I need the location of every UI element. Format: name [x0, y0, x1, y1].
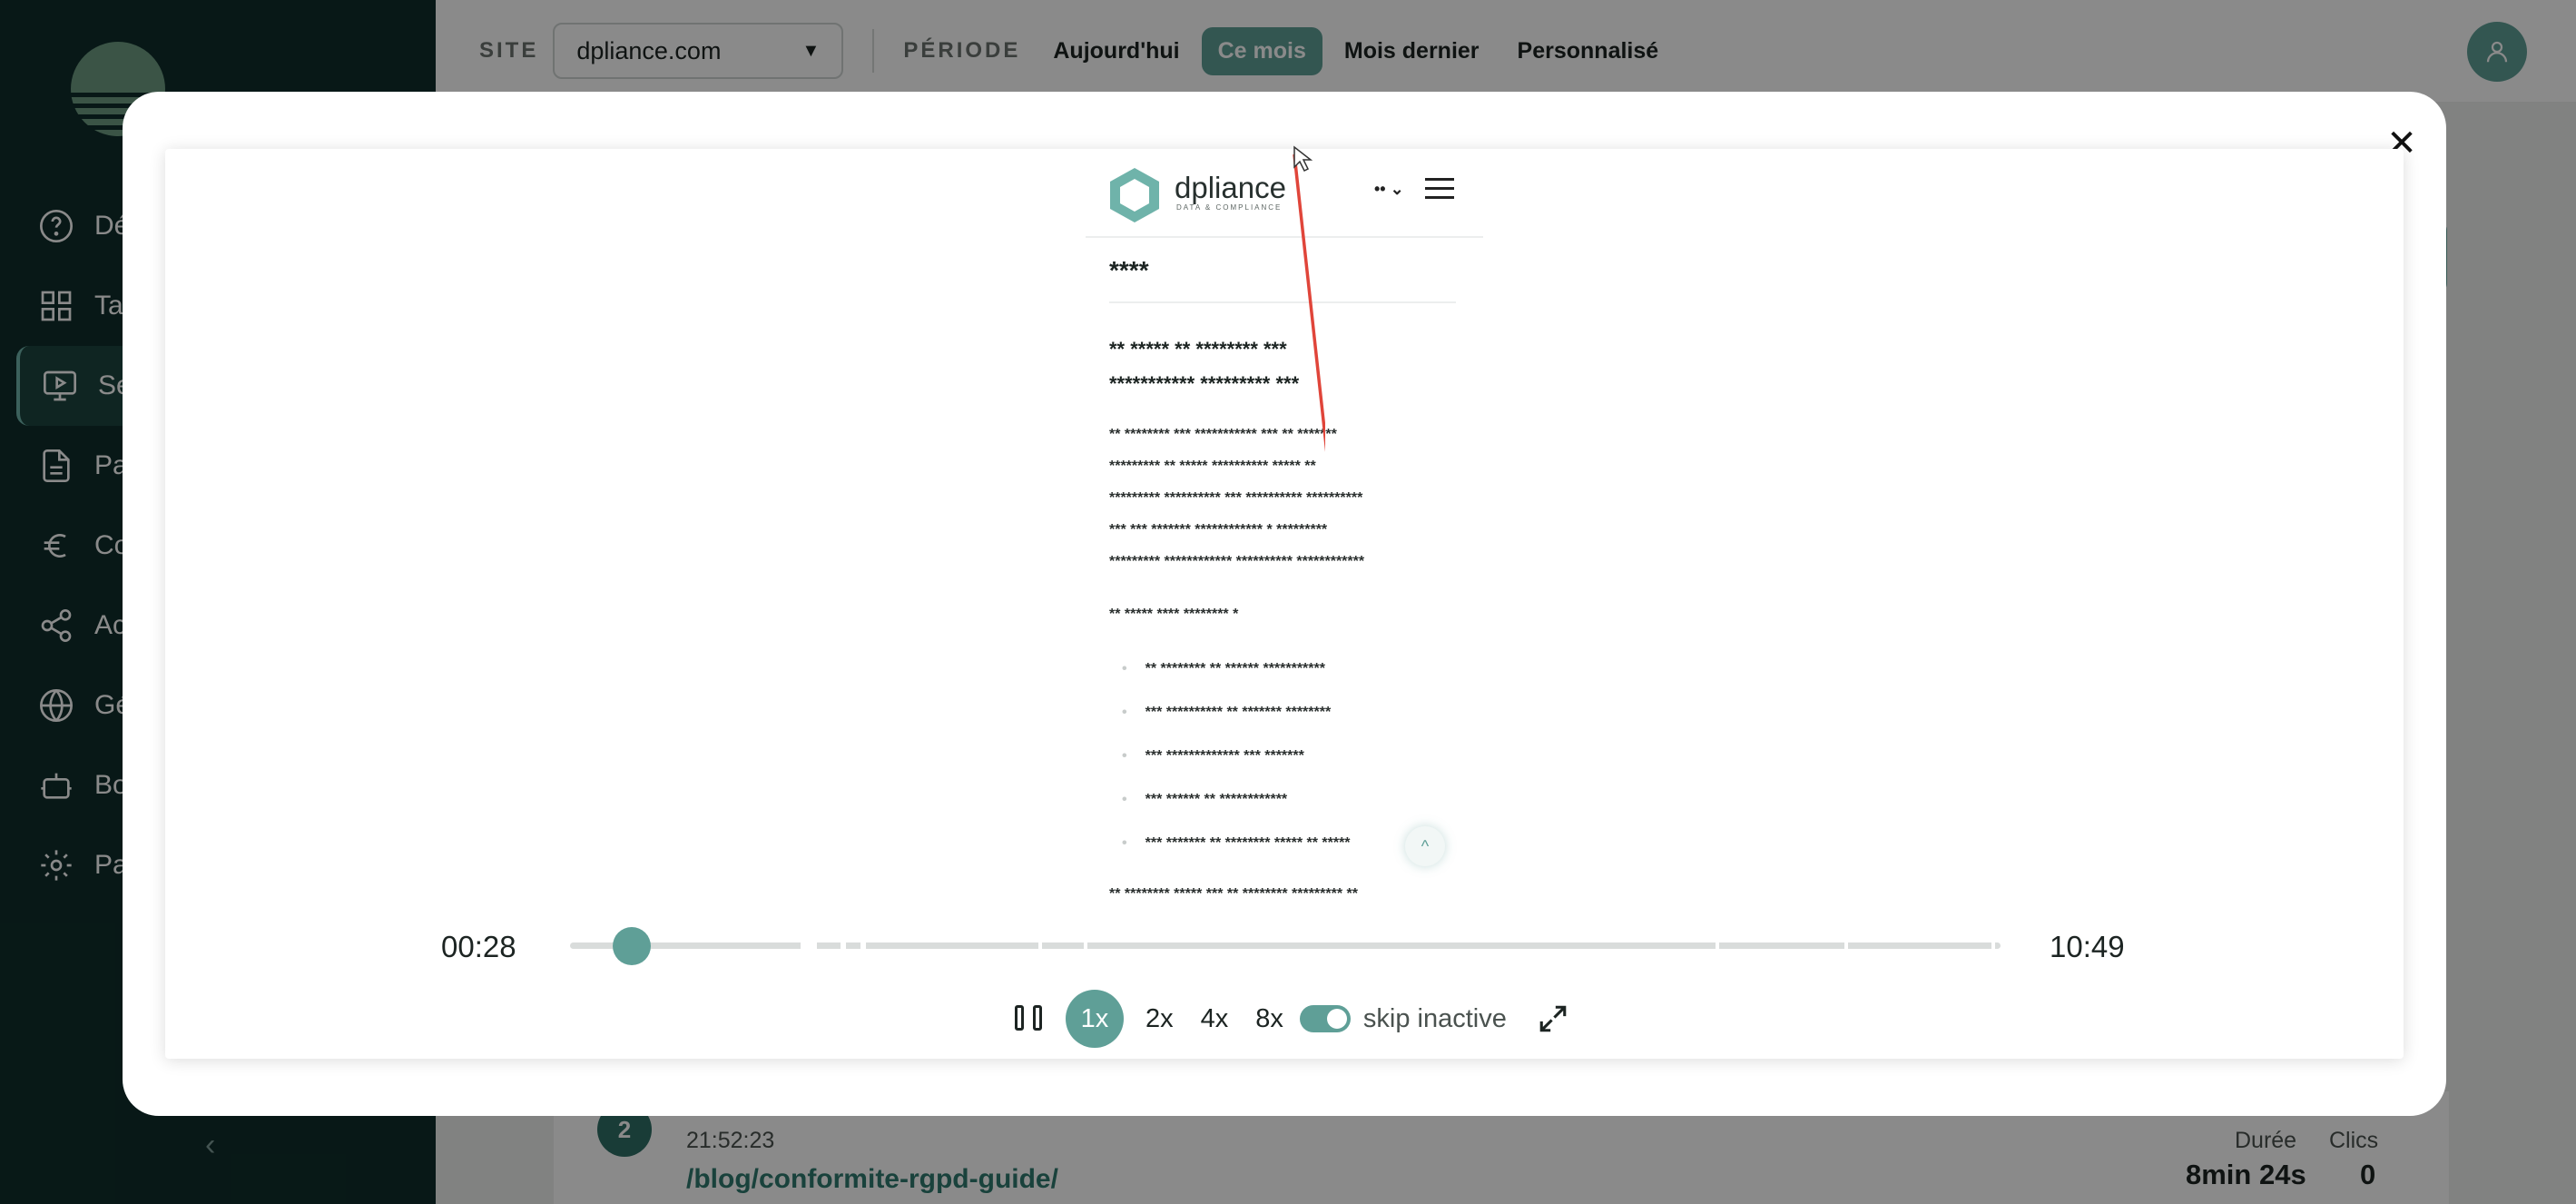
- pause-button[interactable]: [1015, 1005, 1042, 1032]
- replayed-list-item: • *** ************* *** *******: [1122, 748, 1304, 764]
- scroll-to-top-icon: ^: [1405, 826, 1445, 866]
- fullscreen-icon[interactable]: [1538, 1003, 1568, 1034]
- replay-viewport: dpliance DATA & COMPLIANCE •• ⌄ **** ** …: [1086, 151, 1483, 908]
- replayed-heading-line: *********** ********* ***: [1109, 372, 1300, 395]
- replayed-site-header: dpliance DATA & COMPLIANCE •• ⌄: [1086, 151, 1483, 238]
- playback-controls: 1x 2x 4x 8x skip inactive: [1015, 990, 1568, 1048]
- current-time: 00:28: [441, 930, 516, 963]
- language-switcher: •• ⌄: [1374, 180, 1404, 198]
- mouse-cursor-icon: [1293, 145, 1313, 173]
- speed-4x-button[interactable]: 4x: [1201, 1004, 1229, 1034]
- total-time: 10:49: [2050, 930, 2125, 963]
- speed-1x-button[interactable]: 1x: [1066, 990, 1124, 1048]
- replayed-list-item: • *** ********** ** ******* ********: [1122, 705, 1332, 720]
- mouse-trail: [1293, 153, 1325, 452]
- replayed-page-title: ****: [1109, 256, 1149, 284]
- skip-inactive-toggle[interactable]: [1299, 1005, 1351, 1032]
- replayed-paragraph-line: ********* ************ ********** ******…: [1109, 554, 1365, 569]
- replayed-list-item: • ** ******** ** ****** ***********: [1122, 661, 1325, 676]
- replayed-paragraph-line: ** ******** ***** *** ** ******** ******…: [1109, 886, 1358, 902]
- dpliance-logo-icon: [1110, 168, 1159, 222]
- replayed-subheading: ** ***** **** ******** *: [1109, 607, 1239, 622]
- replayed-heading-line: ** ***** ** ******** ***: [1109, 338, 1287, 360]
- replayed-list-item: • *** ******* ** ******** ***** ** *****: [1122, 835, 1351, 851]
- replayed-list-item: • *** ****** ** ************: [1122, 792, 1288, 807]
- replayed-brand: dpliance: [1175, 171, 1286, 204]
- timeline-scrubber-handle[interactable]: [612, 927, 651, 965]
- divider: [1109, 301, 1456, 303]
- replayed-paragraph-line: ********* ********** *** ********** ****…: [1109, 490, 1363, 506]
- replayed-tagline: DATA & COMPLIANCE: [1176, 203, 1283, 212]
- timeline-track[interactable]: [570, 942, 2001, 949]
- speed-8x-button[interactable]: 8x: [1255, 1004, 1283, 1034]
- skip-inactive-label: skip inactive: [1362, 1003, 1507, 1033]
- hamburger-menu-icon: [1425, 178, 1454, 202]
- speed-2x-button[interactable]: 2x: [1145, 1004, 1174, 1034]
- replayed-paragraph-line: ********* ** ***** ********** ***** **: [1109, 459, 1316, 474]
- replayed-paragraph-line: *** *** ******* ************ * *********: [1109, 522, 1328, 538]
